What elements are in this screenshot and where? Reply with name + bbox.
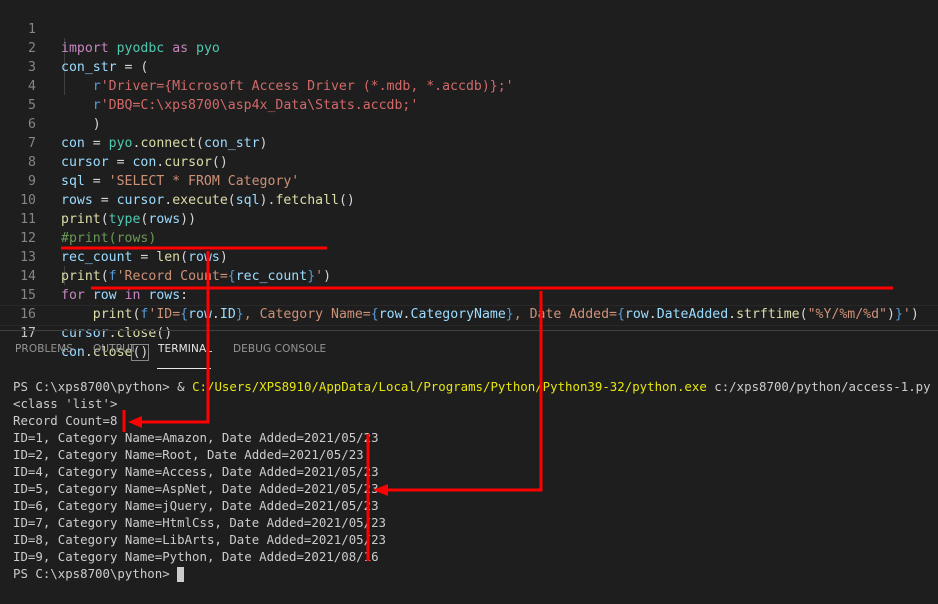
terminal-output-line: ID=6, Category Name=jQuery, Date Added=2… <box>13 498 379 513</box>
code-line[interactable]: 2 con_str = ( <box>0 20 938 75</box>
code-line[interactable]: 3 r'Driver={Microsoft Access Driver (*.m… <box>0 39 938 94</box>
line-number: 17 <box>20 326 36 341</box>
code-line[interactable]: 11 #print(rows) <box>0 191 938 246</box>
active-tab-indicator <box>157 368 211 369</box>
tab-debug-console[interactable]: DEBUG CONSOLE <box>233 343 326 355</box>
tab-terminal[interactable]: TERMINAL <box>158 343 212 355</box>
terminal-output-line: ID=2, Category Name=Root, Date Added=202… <box>13 447 364 462</box>
code-line[interactable]: 13 print(f'Record Count={rec_count}') <box>0 229 938 284</box>
code-text: cursor.close() <box>61 326 173 341</box>
code-line[interactable]: 12 rec_count = len(rows) <box>0 210 938 265</box>
command-argument: c:/xps8700/python/access-1.py <box>714 379 931 394</box>
code-line[interactable]: 16 cursor.close() <box>0 286 938 341</box>
code-line[interactable]: 10 print(type(rows)) <box>0 172 938 227</box>
terminal-prompt-line[interactable]: PS C:\xps8700\python> <box>13 565 931 582</box>
code-line[interactable]: 5 ) <box>0 77 938 132</box>
terminal-output-line: ID=9, Category Name=Python, Date Added=2… <box>13 549 379 564</box>
terminal-command-line: PS C:\xps8700\python> & C:/Users/XPS8910… <box>13 379 931 394</box>
code-line[interactable]: 1 import pyodbc as pyo <box>0 1 938 56</box>
code-line[interactable]: 17 con.close() <box>0 305 938 361</box>
panel-divider <box>0 330 938 331</box>
terminal-output-line: <class 'list'> <box>13 396 118 411</box>
prompt: PS C:\xps8700\python> <box>13 379 170 394</box>
code-line[interactable]: 6 con = pyo.connect(con_str) <box>0 96 938 151</box>
terminal[interactable]: PS C:\xps8700\python> & C:/Users/XPS8910… <box>13 378 931 582</box>
terminal-cursor <box>177 567 185 582</box>
code-line[interactable]: 4 r'DBQ=C:\xps8700\asp4x_Data\Stats.accd… <box>0 58 938 113</box>
code-editor[interactable]: 1 import pyodbc as pyo 2 con_str = ( 3 r… <box>0 0 938 361</box>
code-line[interactable]: 7 cursor = con.cursor() <box>0 115 938 170</box>
terminal-output-line: ID=5, Category Name=AspNet, Date Added=2… <box>13 481 379 496</box>
terminal-output-line: ID=8, Category Name=LibArts, Date Added=… <box>13 532 386 547</box>
prompt: PS C:\xps8700\python> <box>13 566 170 581</box>
code-line[interactable]: 8 sql = 'SELECT * FROM Category' <box>0 134 938 189</box>
code-line[interactable]: 14 for row in rows: <box>0 248 938 303</box>
command-executable: C:/Users/XPS8910/AppData/Local/Programs/… <box>192 379 707 394</box>
terminal-output-line: ID=7, Category Name=HtmlCss, Date Added=… <box>13 515 386 530</box>
terminal-output-line: ID=4, Category Name=Access, Date Added=2… <box>13 464 379 479</box>
code-line[interactable]: 15 print(f'ID={row.ID}, Category Name={r… <box>0 267 938 322</box>
tab-problems[interactable]: PROBLEMS <box>15 343 73 355</box>
code-line[interactable]: 9 rows = cursor.execute(sql).fetchall() <box>0 153 938 208</box>
tab-output[interactable]: OUTPUT <box>93 343 136 355</box>
terminal-output-line: Record Count=8 <box>13 413 118 428</box>
terminal-output-line: ID=1, Category Name=Amazon, Date Added=2… <box>13 430 379 445</box>
